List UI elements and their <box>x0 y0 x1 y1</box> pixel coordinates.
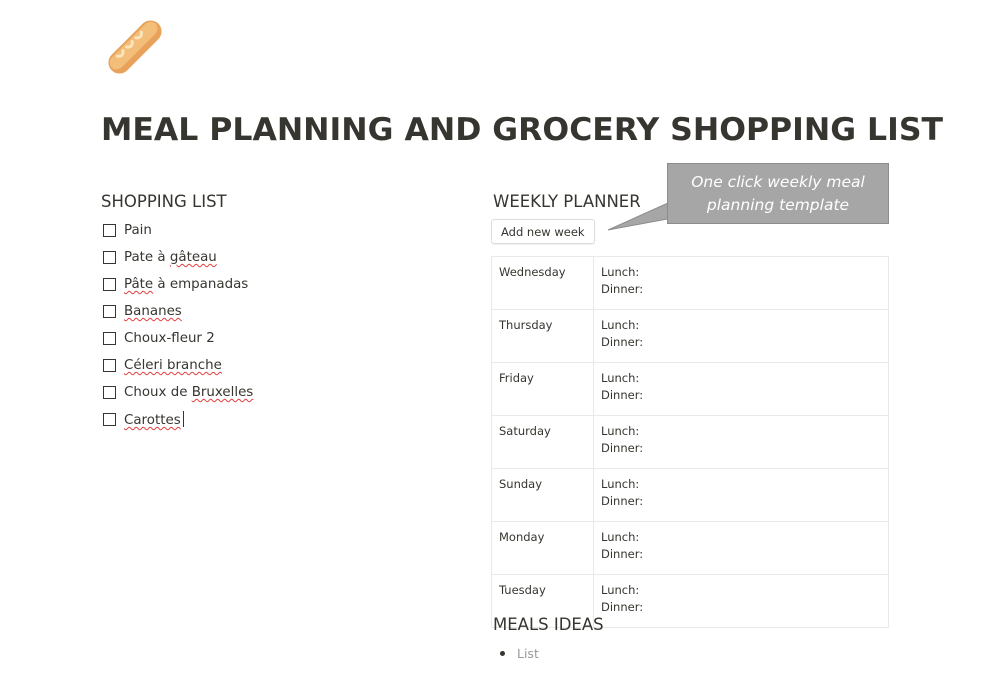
todo-label[interactable]: Céleri branche <box>124 358 222 373</box>
todo-item: Céleri branche <box>103 352 253 379</box>
add-new-week-button[interactable]: Add new week <box>491 219 595 244</box>
planner-meals-cell[interactable]: Lunch: Dinner: <box>593 415 889 469</box>
todo-label[interactable]: Bananes <box>124 304 182 319</box>
todo-item: Choux-fleur 2 <box>103 325 253 352</box>
lunch-label: Lunch: <box>601 530 640 544</box>
page-title[interactable]: MEAL PLANNING AND GROCERY SHOPPING LIST <box>101 112 943 148</box>
lunch-label: Lunch: <box>601 371 640 385</box>
todo-item: Pâte à empanadas <box>103 271 253 298</box>
lunch-label: Lunch: <box>601 265 640 279</box>
weekly-planner-table: Wednesday Lunch: Dinner: Thursday Lunch: Dinn… <box>491 256 889 628</box>
checkbox[interactable] <box>103 413 116 426</box>
todo-label[interactable]: Choux de Bruxelles <box>124 385 253 400</box>
planner-meals-cell[interactable]: Lunch: Dinner: <box>593 256 889 310</box>
todo-label[interactable]: Carottes <box>124 411 184 428</box>
todo-label[interactable]: Pâte à empanadas <box>124 277 248 292</box>
todo-item: Pate à gâteau <box>103 244 253 271</box>
todo-label[interactable]: Pain <box>124 223 152 238</box>
lunch-label: Lunch: <box>601 583 640 597</box>
planner-meals-cell[interactable]: Lunch: Dinner: <box>593 574 889 628</box>
planner-day-cell[interactable]: Friday <box>491 362 594 416</box>
checkbox[interactable] <box>103 305 116 318</box>
meals-ideas-heading[interactable]: MEALS IDEAS <box>493 615 604 634</box>
planner-day-cell[interactable]: Sunday <box>491 468 594 522</box>
lunch-label: Lunch: <box>601 424 640 438</box>
checkbox[interactable] <box>103 224 116 237</box>
list-item[interactable]: List <box>497 644 539 662</box>
annotation-callout: One click weekly meal planning template <box>667 163 889 224</box>
checkbox[interactable] <box>103 359 116 372</box>
planner-day-cell[interactable]: Thursday <box>491 309 594 363</box>
planner-day-cell[interactable]: Wednesday <box>491 256 594 310</box>
todo-item: Carottes <box>103 406 253 433</box>
planner-meals-cell[interactable]: Lunch: Dinner: <box>593 309 889 363</box>
dinner-label: Dinner: <box>601 494 644 508</box>
callout-line: planning template <box>706 195 850 214</box>
planner-row: Sunday Lunch: Dinner: <box>491 468 889 522</box>
shopping-list: Pain Pate à gâteau Pâte à empanadas Bana… <box>103 217 253 433</box>
lunch-label: Lunch: <box>601 477 640 491</box>
dinner-label: Dinner: <box>601 335 644 349</box>
planner-meals-cell[interactable]: Lunch: Dinner: <box>593 521 889 575</box>
lunch-label: Lunch: <box>601 318 640 332</box>
planner-row: Wednesday Lunch: Dinner: <box>491 256 889 310</box>
todo-item: Choux de Bruxelles <box>103 379 253 406</box>
baguette-icon <box>108 20 162 74</box>
dinner-label: Dinner: <box>601 388 644 402</box>
meals-ideas-list: List <box>497 644 539 662</box>
planner-day-cell[interactable]: Monday <box>491 521 594 575</box>
text-caret <box>182 411 184 427</box>
dinner-label: Dinner: <box>601 547 644 561</box>
dinner-label: Dinner: <box>601 600 644 614</box>
checkbox[interactable] <box>103 332 116 345</box>
list-item-placeholder[interactable]: List <box>517 646 539 661</box>
planner-row: Friday Lunch: Dinner: <box>491 362 889 416</box>
checkbox[interactable] <box>103 251 116 264</box>
planner-row: Thursday Lunch: Dinner: <box>491 309 889 363</box>
dinner-label: Dinner: <box>601 441 644 455</box>
planner-meals-cell[interactable]: Lunch: Dinner: <box>593 362 889 416</box>
dinner-label: Dinner: <box>601 282 644 296</box>
shopping-list-heading[interactable]: SHOPPING LIST <box>101 192 227 211</box>
todo-label[interactable]: Choux-fleur 2 <box>124 331 215 346</box>
todo-label[interactable]: Pate à gâteau <box>124 250 217 265</box>
todo-item: Pain <box>103 217 253 244</box>
bullet-icon <box>500 650 505 656</box>
planner-meals-cell[interactable]: Lunch: Dinner: <box>593 468 889 522</box>
planner-row: Saturday Lunch: Dinner: <box>491 415 889 469</box>
planner-row: Monday Lunch: Dinner: <box>491 521 889 575</box>
callout-line: One click weekly meal <box>691 172 865 191</box>
todo-item: Bananes <box>103 298 253 325</box>
checkbox[interactable] <box>103 386 116 399</box>
checkbox[interactable] <box>103 278 116 291</box>
planner-day-cell[interactable]: Saturday <box>491 415 594 469</box>
